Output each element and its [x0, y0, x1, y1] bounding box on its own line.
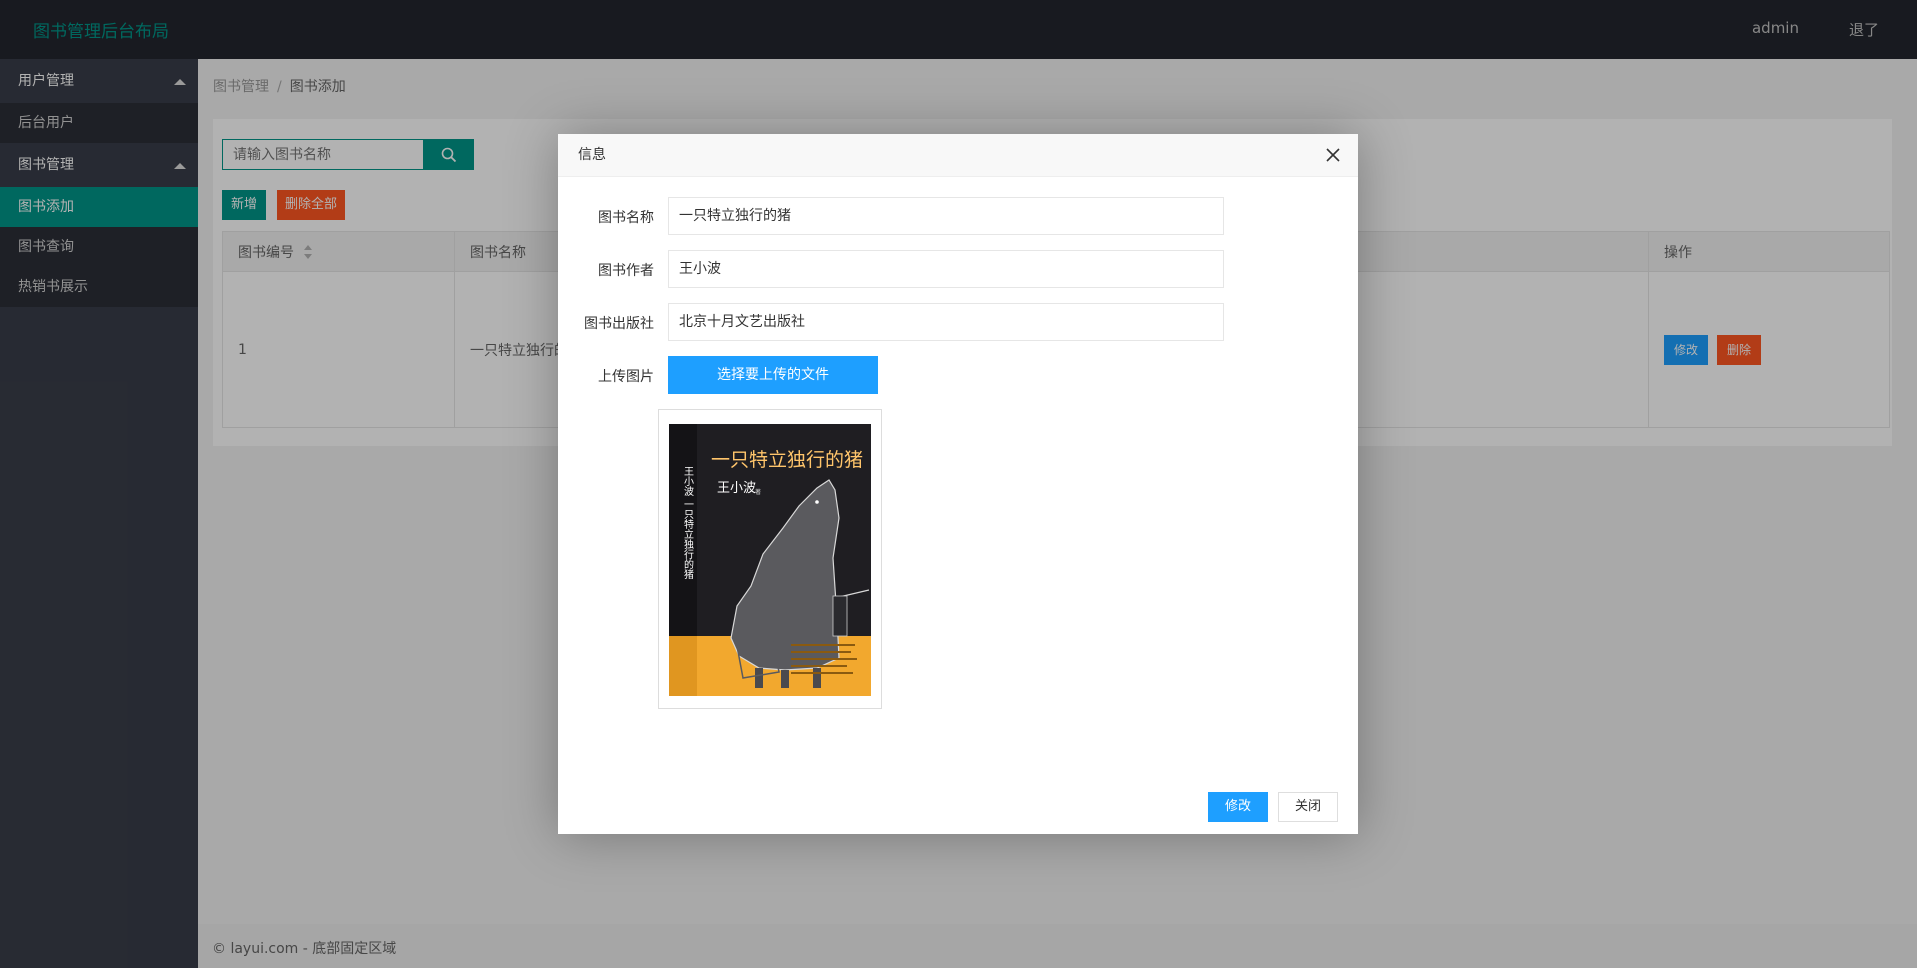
dialog-footer: 修改 关闭: [1208, 792, 1338, 822]
upload-label: 上传图片: [598, 369, 654, 385]
book-edit-dialog: 信息 图书名称 一只特立独行的猪 图书作者 王小波 图书出版社 北京十月文艺出版…: [558, 134, 1358, 834]
form-row-book-author: 图书作者 王小波: [558, 250, 1358, 288]
form-row-book-name: 图书名称 一只特立独行的猪: [558, 197, 1358, 235]
form-row-upload: 上传图片 选择要上传的文件: [558, 356, 1358, 394]
publisher-label: 图书出版社: [584, 316, 654, 332]
confirm-edit-button[interactable]: 修改: [1208, 792, 1268, 822]
cover-preview: 一只特立独行的猪 王小波 著 王小波 一只特立独行的猪: [658, 409, 882, 709]
close-dialog-button[interactable]: 关闭: [1278, 792, 1338, 822]
cover-title: 一只特立独行的猪: [711, 449, 863, 471]
book-name-input[interactable]: 一只特立独行的猪: [668, 197, 1224, 235]
dialog-title: 信息: [578, 147, 606, 163]
dialog-title-bar: 信息: [558, 134, 1358, 177]
book-author-label: 图书作者: [598, 263, 654, 279]
form-row-publisher: 图书出版社 北京十月文艺出版社: [558, 303, 1358, 341]
cover-spine-text: 王小波 一只特立独行的猪: [682, 466, 694, 580]
book-cover-image: 一只特立独行的猪 王小波 著 王小波 一只特立独行的猪: [669, 424, 871, 696]
cover-author-mark: 著: [755, 488, 761, 496]
book-name-label: 图书名称: [598, 210, 654, 226]
close-icon[interactable]: [1326, 148, 1340, 162]
cover-author: 王小波: [717, 481, 756, 496]
publisher-input[interactable]: 北京十月文艺出版社: [668, 303, 1224, 341]
choose-file-button[interactable]: 选择要上传的文件: [668, 356, 878, 394]
book-author-input[interactable]: 王小波: [668, 250, 1224, 288]
